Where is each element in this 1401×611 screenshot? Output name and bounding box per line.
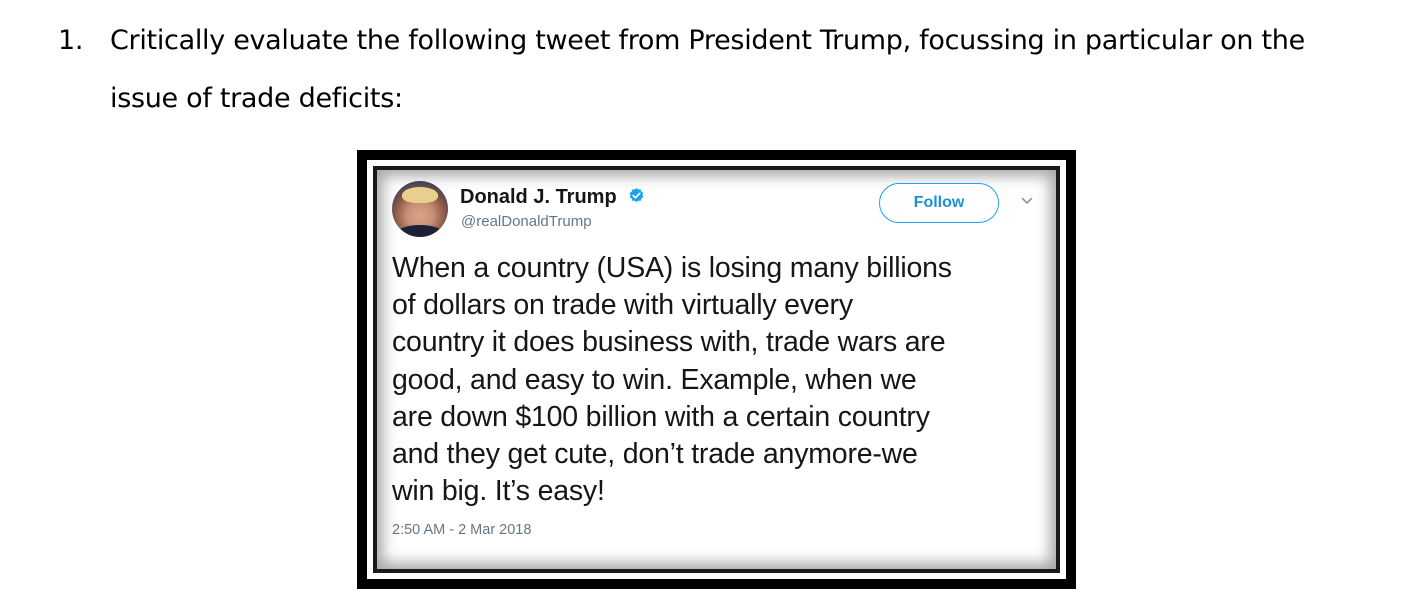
tweet-text-line: good, and easy to win. Example, when we bbox=[392, 363, 917, 396]
author-handle[interactable]: @realDonaldTrump bbox=[461, 213, 592, 230]
frame-white-band: Donald J. Trump @realDonaldTrump Follow … bbox=[367, 160, 1066, 579]
question-text-line-1: Critically evaluate the following tweet … bbox=[110, 25, 1305, 56]
avatar-suit bbox=[396, 225, 444, 237]
tweet-text-line: and they get cute, don’t trade anymore-w… bbox=[392, 438, 918, 471]
chevron-down-icon[interactable] bbox=[1020, 194, 1034, 208]
verified-badge-icon bbox=[629, 188, 644, 203]
question-text-line-2: issue of trade deficits: bbox=[110, 83, 403, 114]
author-name[interactable]: Donald J. Trump bbox=[460, 186, 617, 209]
avatar[interactable] bbox=[392, 181, 448, 237]
avatar-hair bbox=[402, 187, 438, 203]
tweet-text-line: When a country (USA) is losing many bill… bbox=[392, 252, 952, 284]
follow-button[interactable]: Follow bbox=[879, 183, 999, 223]
tweet-text-line: country it does business with, trade war… bbox=[392, 326, 946, 359]
frame-inner-border: Donald J. Trump @realDonaldTrump Follow … bbox=[373, 166, 1060, 573]
tweet-image-frame: Donald J. Trump @realDonaldTrump Follow … bbox=[357, 150, 1076, 589]
question-text: Critically evaluate the following tweet … bbox=[110, 12, 1350, 128]
tweet-text-line: of dollars on trade with virtually every bbox=[392, 289, 853, 322]
tweet-text-line: are down $100 billion with a certain cou… bbox=[392, 400, 930, 433]
tweet-text: When a country (USA) is losing many bill… bbox=[392, 250, 1042, 510]
tweet-timestamp[interactable]: 2:50 AM - 2 Mar 2018 bbox=[392, 522, 531, 538]
question-number: 1. bbox=[58, 25, 84, 56]
tweet-card: Donald J. Trump @realDonaldTrump Follow … bbox=[377, 170, 1056, 569]
tweet-text-line: win big. It’s easy! bbox=[392, 475, 605, 508]
